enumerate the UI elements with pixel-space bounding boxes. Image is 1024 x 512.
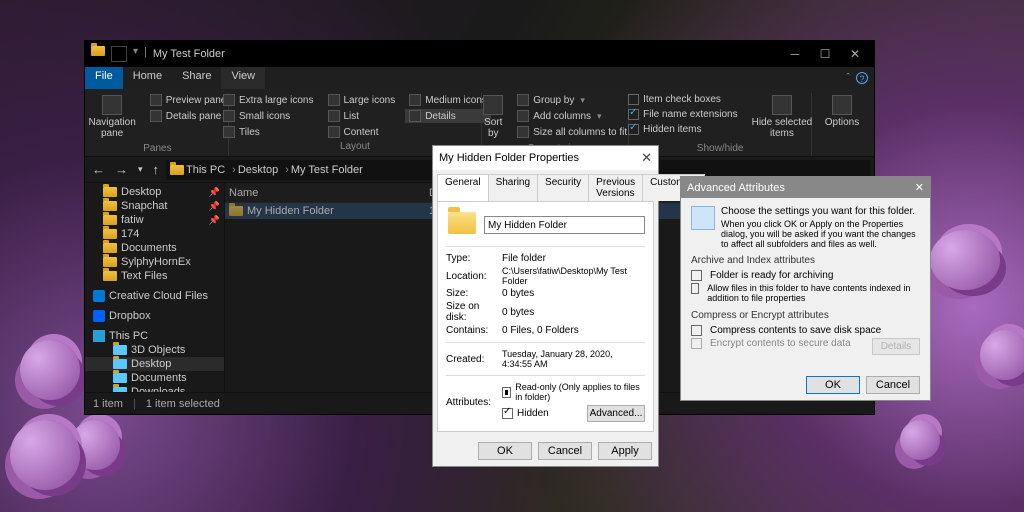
hidden-items-toggle[interactable]: Hidden items [624,123,742,136]
close-button[interactable]: ✕ [641,150,652,166]
layout-extra-large[interactable]: Extra large icons [219,93,317,107]
ribbon-tabs: File Home Share View ˆ ? [85,67,874,89]
cancel-button[interactable]: Cancel [866,376,920,394]
group-layout-label: Layout [340,139,370,152]
layout-details[interactable]: Details [405,109,491,123]
tab-security[interactable]: Security [538,174,589,201]
maximize-button[interactable]: ☐ [810,43,840,65]
group-by-button[interactable]: Group by [513,93,631,107]
layout-list[interactable]: List [324,109,400,123]
folder-icon [448,212,476,234]
hidden-checkbox[interactable] [502,408,513,419]
breadcrumb-item[interactable]: Desktop [238,164,289,176]
navigation-pane-button[interactable]: Navigation pane [85,93,140,141]
attributes-icon [691,206,715,230]
tab-share[interactable]: Share [172,67,221,89]
breadcrumb-item[interactable]: This PC [186,164,236,176]
layout-small[interactable]: Small icons [219,109,317,123]
advanced-button[interactable]: Advanced... [587,405,645,422]
history-button[interactable]: ▾ [135,164,146,175]
ribbon-collapse[interactable]: ˆ [846,72,850,84]
window-title: My Test Folder [153,48,225,60]
folder-icon [91,46,105,56]
close-button[interactable]: ✕ [840,43,870,65]
cancel-button[interactable]: Cancel [538,442,592,460]
compress-checkbox[interactable] [691,325,702,336]
preview-pane-button[interactable]: Preview pane [146,93,231,107]
add-columns-button[interactable]: Add columns [513,109,631,123]
forward-button[interactable]: → [112,162,131,177]
tab-general[interactable]: General [437,174,489,201]
readonly-checkbox[interactable] [502,387,511,398]
archive-checkbox[interactable] [691,270,702,281]
tab-file[interactable]: File [85,67,123,89]
column-name[interactable]: Name [229,187,429,199]
tab-sharing[interactable]: Sharing [489,174,538,201]
size-columns-button[interactable]: Size all columns to fit [513,125,631,139]
tab-home[interactable]: Home [123,67,172,89]
apply-button[interactable]: Apply [598,442,652,460]
tab-view[interactable]: View [221,67,265,89]
layout-large[interactable]: Large icons [324,93,400,107]
ok-button[interactable]: OK [806,376,860,394]
hide-selected-button[interactable]: Hide selected items [748,93,817,141]
sort-by-button[interactable]: Sort by [479,93,507,141]
status-count: 1 item [93,398,123,410]
tab-versions[interactable]: Previous Versions [589,174,643,201]
minimize-button[interactable]: ─ [780,43,810,65]
tree-view[interactable]: Desktop📌 Snapchat📌 fatiw📌 174 Documents … [85,183,225,392]
encrypt-checkbox [691,338,702,349]
index-checkbox[interactable] [691,283,699,294]
options-button[interactable]: Options [821,93,863,139]
layout-tiles[interactable]: Tiles [219,125,317,139]
folder-icon [170,165,184,175]
details-button: Details [872,338,920,355]
dialog-title: Advanced Attributes✕ [681,177,930,198]
file-extensions-toggle[interactable]: File name extensions [624,108,742,121]
group-panes-label: Panes [143,141,171,154]
group-showhide-label: Show/hide [697,141,744,154]
help-button[interactable]: ? [856,72,868,84]
details-pane-button[interactable]: Details pane [146,109,231,123]
back-button[interactable]: ← [89,162,108,177]
qat-icon[interactable] [111,46,127,62]
qat-dropdown[interactable]: ▾ [133,46,138,62]
layout-content[interactable]: Content [324,125,400,139]
dialog-title: My Hidden Folder Properties✕ [433,146,658,170]
breadcrumb-item[interactable]: My Test Folder [291,164,370,176]
status-selected: 1 item selected [146,398,220,410]
titlebar: ▾ | My Test Folder ─ ☐ ✕ [85,41,874,67]
close-button[interactable]: ✕ [915,181,924,194]
properties-dialog: My Hidden Folder Properties✕ General Sha… [432,145,659,467]
ok-button[interactable]: OK [478,442,532,460]
layout-medium[interactable]: Medium icons [405,93,491,107]
item-checkboxes-toggle[interactable]: Item check boxes [624,93,742,106]
up-button[interactable]: ↑ [150,162,163,177]
advanced-attributes-dialog: Advanced Attributes✕ Choose the settings… [680,176,931,401]
folder-name-input[interactable] [484,216,645,234]
